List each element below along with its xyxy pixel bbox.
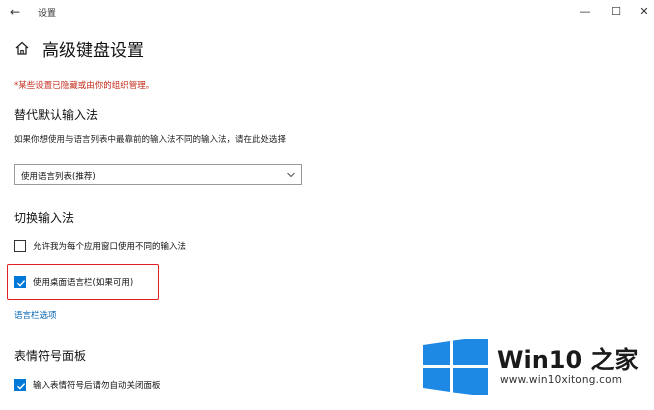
minimize-button[interactable]: —: [575, 3, 595, 21]
watermark-url: www.win10xitong.com: [500, 374, 623, 386]
checkmark-icon: [17, 383, 26, 390]
language-bar-options-link[interactable]: 语言栏选项: [14, 309, 57, 321]
page-title: 高级键盘设置: [42, 41, 144, 61]
override-input-heading: 替代默认输入法: [14, 108, 99, 122]
chevron-down-icon: [287, 172, 295, 178]
per-app-input-checkbox[interactable]: [14, 240, 26, 252]
desktop-language-bar-label: 使用桌面语言栏(如果可用): [33, 278, 134, 288]
dropdown-selected-value: 使用语言列表(推荐): [21, 172, 96, 182]
override-input-description: 如果你想使用与语言列表中最靠前的输入法不同的输入法，请在此处选择: [14, 135, 287, 145]
home-icon[interactable]: [14, 40, 30, 56]
window-title: 设置: [38, 9, 57, 19]
emoji-panel-heading: 表情符号面板: [14, 349, 87, 363]
windows-logo-icon: [423, 339, 488, 395]
per-app-input-label: 允许我为每个应用窗口使用不同的输入法: [33, 242, 187, 252]
title-bar: ← 设置 — ☐ ✕: [0, 0, 654, 24]
checkmark-icon: [17, 280, 26, 287]
managed-settings-notice: *某些设置已隐藏或由你的组织管理。: [14, 81, 155, 91]
desktop-language-bar-checkbox[interactable]: [14, 276, 26, 288]
default-input-dropdown[interactable]: 使用语言列表(推荐): [14, 164, 302, 185]
close-button[interactable]: ✕: [634, 3, 654, 21]
switch-input-heading: 切换输入法: [14, 211, 75, 225]
maximize-button[interactable]: ☐: [606, 3, 626, 21]
emoji-auto-close-checkbox[interactable]: [14, 379, 26, 391]
watermark-brand: Win10 之家: [497, 346, 639, 374]
back-arrow-icon[interactable]: ←: [6, 4, 24, 20]
emoji-auto-close-label: 输入表情符号后请勿自动关闭面板: [33, 381, 161, 391]
